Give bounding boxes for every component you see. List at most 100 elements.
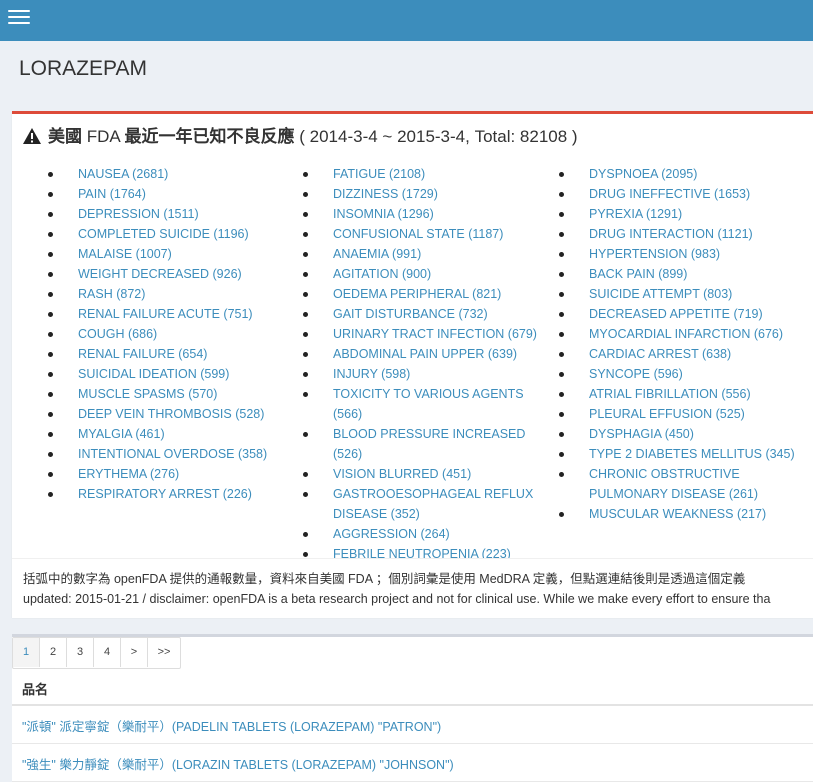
reaction-list-item: MYALGIA (461) (48, 424, 290, 444)
adverse-reactions-title: 美國 FDA 最近一年已知不良反應 ( 2014-3-4 ~ 2015-3-4,… (22, 122, 578, 147)
reaction-link[interactable]: PLEURAL EFFUSION (525) (589, 407, 745, 421)
reaction-link[interactable]: DIZZINESS (1729) (333, 187, 438, 201)
reaction-list-item: VISION BLURRED (451) (303, 464, 545, 484)
reaction-list-item: INJURY (598) (303, 364, 545, 384)
reaction-list-item: RASH (872) (48, 284, 290, 304)
reaction-link[interactable]: CHRONIC OBSTRUCTIVE PULMONARY DISEASE (2… (589, 467, 758, 501)
reaction-list-item: ATRIAL FIBRILLATION (556) (559, 384, 811, 404)
reaction-link[interactable]: DECREASED APPETITE (719) (589, 307, 763, 321)
reaction-link[interactable]: RASH (872) (78, 287, 145, 301)
reaction-list-item: COMPLETED SUICIDE (1196) (48, 224, 290, 244)
reaction-link[interactable]: AGITATION (900) (333, 267, 431, 281)
reaction-list-item: CHRONIC OBSTRUCTIVE PULMONARY DISEASE (2… (559, 464, 811, 504)
reaction-list-item: INSOMNIA (1296) (303, 204, 545, 224)
reaction-link[interactable]: OEDEMA PERIPHERAL (821) (333, 287, 501, 301)
reaction-list-item: RENAL FAILURE ACUTE (751) (48, 304, 290, 324)
reaction-list-item: MALAISE (1007) (48, 244, 290, 264)
next-page-button[interactable]: > (121, 638, 148, 667)
reaction-link[interactable]: MYALGIA (461) (78, 427, 165, 441)
reaction-link[interactable]: PAIN (1764) (78, 187, 146, 201)
reaction-link[interactable]: INJURY (598) (333, 367, 410, 381)
reaction-link[interactable]: CONFUSIONAL STATE (1187) (333, 227, 503, 241)
reaction-link[interactable]: TOXICITY TO VARIOUS AGENTS (566) (333, 387, 524, 421)
reaction-list-item: INTENTIONAL OVERDOSE (358) (48, 444, 290, 464)
reaction-link[interactable]: BLOOD PRESSURE INCREASED (526) (333, 427, 525, 461)
reaction-link[interactable]: PYREXIA (1291) (589, 207, 682, 221)
reaction-link[interactable]: URINARY TRACT INFECTION (679) (333, 327, 537, 341)
table-row: "派頓" 派定寧錠（樂耐平）(PADELIN TABLETS (LORAZEPA… (12, 706, 813, 744)
reaction-link[interactable]: DEPRESSION (1511) (78, 207, 199, 221)
reaction-link[interactable]: BACK PAIN (899) (589, 267, 687, 281)
title-prefix: 美國 (48, 127, 82, 146)
reaction-link[interactable]: ERYTHEMA (276) (78, 467, 179, 481)
reaction-list-item: DEEP VEIN THROMBOSIS (528) (48, 404, 290, 424)
reaction-link[interactable]: DRUG INEFFECTIVE (1653) (589, 187, 750, 201)
reaction-link[interactable]: RESPIRATORY ARREST (226) (78, 487, 252, 501)
reaction-link[interactable]: INTENTIONAL OVERDOSE (358) (78, 447, 267, 461)
reaction-list-item: BLOOD PRESSURE INCREASED (526) (303, 424, 545, 464)
reaction-link[interactable]: ANAEMIA (991) (333, 247, 421, 261)
table-row: "強生" 樂力靜錠（樂耐平）(LORAZIN TABLETS (LORAZEPA… (12, 744, 813, 782)
reaction-link[interactable]: WEIGHT DECREASED (926) (78, 267, 242, 281)
reaction-list-item: MYOCARDIAL INFARCTION (676) (559, 324, 811, 344)
reaction-list-item: SYNCOPE (596) (559, 364, 811, 384)
reaction-link[interactable]: DYSPNOEA (2095) (589, 167, 697, 181)
reaction-link[interactable]: COMPLETED SUICIDE (1196) (78, 227, 249, 241)
reaction-list-item: DRUG INTERACTION (1121) (559, 224, 811, 244)
reaction-link[interactable]: DYSPHAGIA (450) (589, 427, 694, 441)
reaction-column-3: DYSPNOEA (2095) DRUG INEFFECTIVE (1653) PY… (559, 164, 811, 524)
title-fda: FDA (86, 127, 120, 146)
title-main: 最近一年已知不良反應 (124, 127, 295, 146)
reaction-list-item: WEIGHT DECREASED (926) (48, 264, 290, 284)
reaction-list-item: TOXICITY TO VARIOUS AGENTS (566) (303, 384, 545, 424)
reaction-list-item: DIZZINESS (1729) (303, 184, 545, 204)
reaction-link[interactable]: HYPERTENSION (983) (589, 247, 720, 261)
page-3-button[interactable]: 3 (67, 638, 94, 667)
reaction-link[interactable]: MALAISE (1007) (78, 247, 172, 261)
reaction-list-item: GAIT DISTURBANCE (732) (303, 304, 545, 324)
reaction-link[interactable]: INSOMNIA (1296) (333, 207, 434, 221)
reaction-link[interactable]: GASTROOESOPHAGEAL REFLUX DISEASE (352) (333, 487, 533, 521)
reaction-link[interactable]: SUICIDAL IDEATION (599) (78, 367, 229, 381)
reaction-link[interactable]: SUICIDE ATTEMPT (803) (589, 287, 732, 301)
reaction-list-item: DECREASED APPETITE (719) (559, 304, 811, 324)
warning-icon (23, 128, 41, 144)
reaction-list-item: PAIN (1764) (48, 184, 290, 204)
reaction-link[interactable]: RENAL FAILURE (654) (78, 347, 207, 361)
reaction-link[interactable]: RENAL FAILURE ACUTE (751) (78, 307, 253, 321)
reaction-list-item: RESPIRATORY ARREST (226) (48, 484, 290, 504)
reaction-link[interactable]: VISION BLURRED (451) (333, 467, 471, 481)
page-4-button[interactable]: 4 (94, 638, 121, 667)
reaction-link[interactable]: AGGRESSION (264) (333, 527, 450, 541)
reaction-link[interactable]: SYNCOPE (596) (589, 367, 683, 381)
reaction-link[interactable]: GAIT DISTURBANCE (732) (333, 307, 488, 321)
reaction-link[interactable]: NAUSEA (2681) (78, 167, 168, 181)
last-page-button[interactable]: >> (148, 638, 180, 667)
reaction-link[interactable]: MUSCULAR WEAKNESS (217) (589, 507, 766, 521)
product-link[interactable]: "派頓" 派定寧錠（樂耐平）(PADELIN TABLETS (LORAZEPA… (22, 716, 441, 735)
reaction-link[interactable]: MYOCARDIAL INFARCTION (676) (589, 327, 783, 341)
reaction-link[interactable]: TYPE 2 DIABETES MELLITUS (345) (589, 447, 795, 461)
hamburger-menu-icon[interactable] (8, 7, 32, 27)
reaction-list-item: MUSCLE SPASMS (570) (48, 384, 290, 404)
page-1-button[interactable]: 1 (13, 638, 40, 667)
reaction-link[interactable]: MUSCLE SPASMS (570) (78, 387, 217, 401)
reaction-link[interactable]: ABDOMINAL PAIN UPPER (639) (333, 347, 517, 361)
reaction-list-item: RENAL FAILURE (654) (48, 344, 290, 364)
reaction-list-item: TYPE 2 DIABETES MELLITUS (345) (559, 444, 811, 464)
reaction-column-1: NAUSEA (2681) PAIN (1764) DEPRESSION (1511… (48, 164, 290, 504)
reaction-link[interactable]: COUGH (686) (78, 327, 157, 341)
product-name-header: 品名 (22, 682, 49, 697)
reaction-link[interactable]: ATRIAL FIBRILLATION (556) (589, 387, 751, 401)
reaction-list-item: SUICIDAL IDEATION (599) (48, 364, 290, 384)
content-header: LORAZEPAM (0, 41, 813, 93)
reaction-list-item: DYSPNOEA (2095) (559, 164, 811, 184)
reaction-link[interactable]: DEEP VEIN THROMBOSIS (528) (78, 407, 264, 421)
data-source-note: 括弧中的數字為 openFDA 提供的通報數量，資料來自美國 FDA ；個別詞彙… (12, 558, 813, 618)
reaction-link[interactable]: FATIGUE (2108) (333, 167, 425, 181)
product-link[interactable]: "強生" 樂力靜錠（樂耐平）(LORAZIN TABLETS (LORAZEPA… (22, 754, 454, 773)
page-2-button[interactable]: 2 (40, 638, 67, 667)
reaction-link[interactable]: CARDIAC ARREST (638) (589, 347, 731, 361)
reaction-link[interactable]: DRUG INTERACTION (1121) (589, 227, 753, 241)
reaction-list-item: AGITATION (900) (303, 264, 545, 284)
